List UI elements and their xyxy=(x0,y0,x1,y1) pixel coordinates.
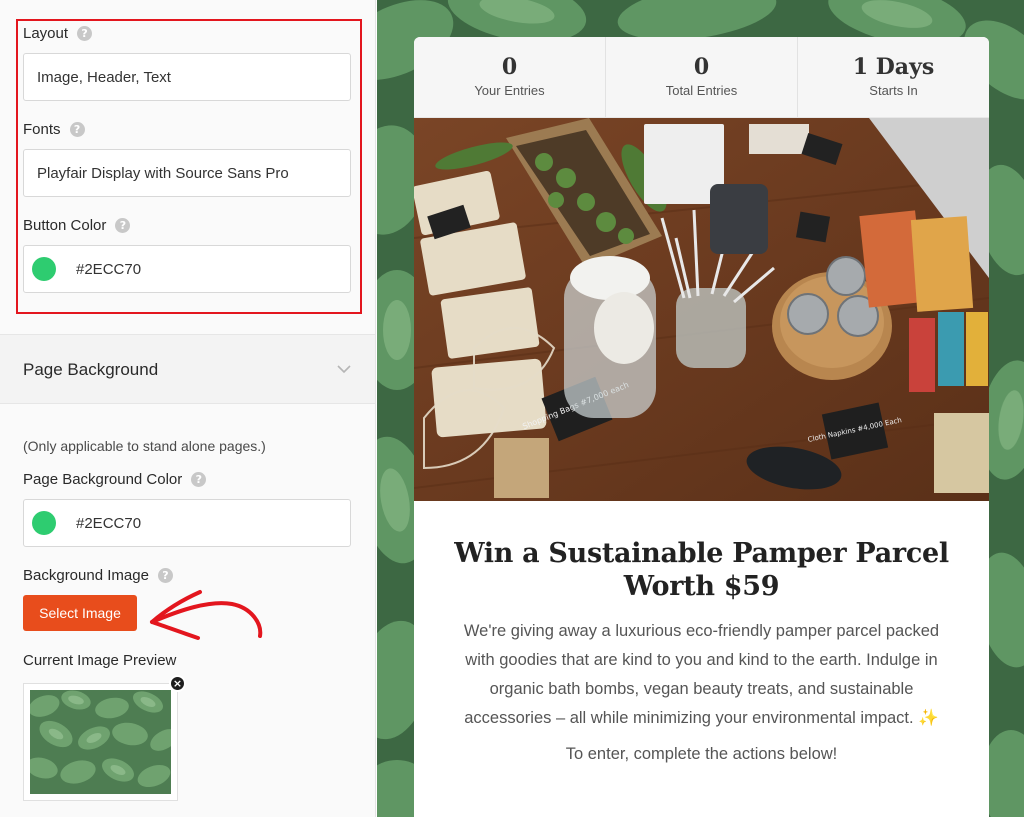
stat-label: Starts In xyxy=(869,82,918,98)
help-icon[interactable]: ? xyxy=(191,472,207,487)
stats-bar: 0 Your Entries 0 Total Entries 1 Days St… xyxy=(414,37,989,118)
fonts-label: Fonts ? xyxy=(23,121,85,138)
select-image-button[interactable]: Select Image xyxy=(23,595,137,631)
stat-label: Total Entries xyxy=(665,82,738,98)
stat-your-entries: 0 Your Entries xyxy=(414,37,606,117)
remove-image-icon[interactable]: × xyxy=(169,675,186,692)
color-swatch[interactable] xyxy=(32,257,56,281)
giveaway-description: We're giving away a luxurious eco-friend… xyxy=(463,622,940,727)
button-color-value[interactable]: #2ECC70 xyxy=(76,261,141,278)
standalone-note: (Only applicable to stand alone pages.) xyxy=(23,438,266,454)
color-swatch[interactable] xyxy=(32,511,56,535)
current-image-preview-label: Current Image Preview xyxy=(23,652,177,669)
stat-value: 1 Days xyxy=(852,54,935,81)
section-title: Page Background xyxy=(23,360,159,379)
fonts-select[interactable]: Playfair Display with Source Sans Pro xyxy=(23,149,351,197)
settings-panel: Layout ? Image, Header, Text Fonts ? Pla… xyxy=(0,0,376,817)
help-icon[interactable]: ? xyxy=(157,568,173,583)
help-icon[interactable]: ? xyxy=(115,218,131,233)
giveaway-preview: 0 Your Entries 0 Total Entries 1 Days St… xyxy=(377,0,1024,817)
giveaway-card: 0 Your Entries 0 Total Entries 1 Days St… xyxy=(414,37,989,817)
giveaway-hero-image: Shopping Bags #7,000 each Cloth Napkins … xyxy=(414,118,989,501)
page-background-color-label: Page Background Color ? xyxy=(23,471,207,488)
current-image-preview xyxy=(23,683,178,801)
help-icon[interactable]: ? xyxy=(77,26,93,41)
giveaway-title: Win a Sustainable Pamper Parcel Worth $5… xyxy=(454,538,949,602)
stat-value: 0 xyxy=(501,54,518,81)
giveaway-cta: To enter, complete the actions below! xyxy=(565,745,838,763)
layout-label: Layout ? xyxy=(23,25,93,42)
page-background-color-field[interactable]: #2ECC70 xyxy=(23,499,351,547)
stat-total-entries: 0 Total Entries xyxy=(606,37,798,117)
page-background-color-value[interactable]: #2ECC70 xyxy=(76,515,141,532)
chevron-down-icon[interactable] xyxy=(337,362,351,376)
help-icon[interactable]: ? xyxy=(69,122,85,137)
leaves-thumbnail xyxy=(30,690,171,794)
stat-starts-in: 1 Days Starts In xyxy=(798,37,989,117)
button-color-field[interactable]: #2ECC70 xyxy=(23,245,351,293)
stat-label: Your Entries xyxy=(474,82,545,98)
layout-select[interactable]: Image, Header, Text xyxy=(23,53,351,101)
button-color-label: Button Color ? xyxy=(23,217,131,234)
annotation-arrow xyxy=(150,590,263,640)
page-background-section-header[interactable]: Page Background xyxy=(0,334,375,404)
stat-value: 0 xyxy=(693,54,710,81)
